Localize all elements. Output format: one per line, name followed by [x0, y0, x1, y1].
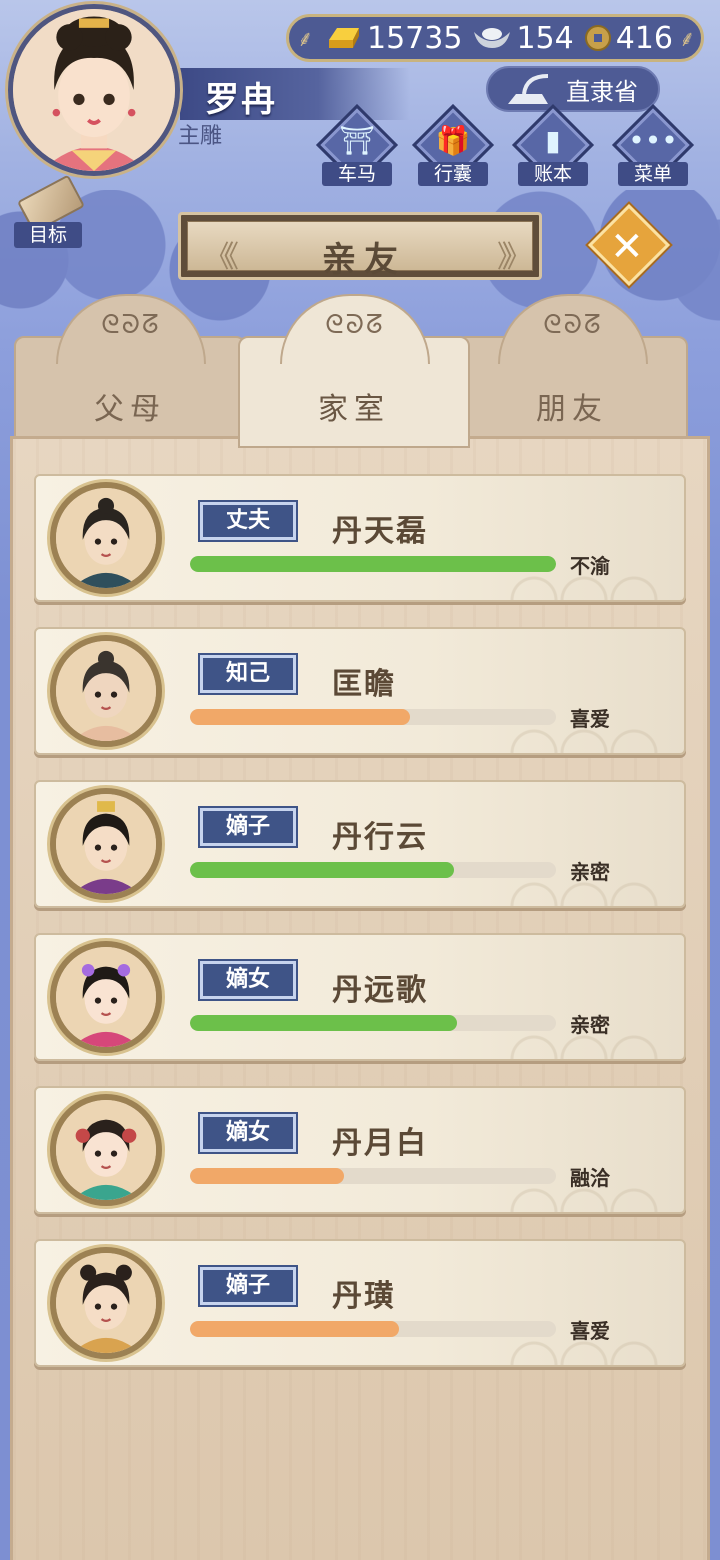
player-name: 罗冉: [205, 80, 277, 120]
affection-bar-fill: [190, 1321, 399, 1337]
affection-bar-fill: [190, 1015, 458, 1031]
member-card[interactable]: 嫡女 丹月白 融洽: [34, 1086, 686, 1214]
member-name: 丹天磊: [332, 514, 428, 549]
menu-button[interactable]: ••• 菜单: [611, 103, 695, 188]
affection-status: 不渝: [570, 554, 610, 578]
affection-status: 喜爱: [570, 707, 610, 731]
affection-bar-fill: [190, 709, 410, 725]
silver-ingot-icon: [474, 28, 511, 48]
affection-status: 融洽: [570, 1166, 610, 1190]
member-name: 匡瞻: [332, 667, 396, 702]
tab-parents[interactable]: ᘓᘐᘔ 父母: [14, 294, 246, 442]
bundle-icon: 🎁: [435, 124, 471, 157]
member-name: 丹璜: [332, 1279, 396, 1314]
copper-coin-icon: [584, 25, 611, 51]
goal-button[interactable]: 目标: [10, 174, 86, 250]
province-label: 直隶省: [566, 77, 638, 106]
affection-status: 亲密: [570, 860, 610, 884]
tab-label: 家室: [318, 392, 390, 427]
bamboo-right-icon: ⸙: [679, 27, 696, 52]
member-name: 丹远歌: [332, 973, 428, 1008]
member-portrait[interactable]: [50, 1094, 162, 1206]
page-title: 亲友: [322, 240, 406, 280]
ledger-icon: ▮: [545, 124, 561, 157]
carriage-icon: ⛩: [339, 124, 375, 157]
cloud-ornament-icon: ᘓᘐᘔ: [325, 310, 385, 340]
member-portrait[interactable]: [50, 482, 162, 594]
affection-bar: [190, 1015, 556, 1031]
affection-bar-fill: [190, 1168, 344, 1184]
goal-label: 目标: [14, 222, 82, 248]
member-portrait[interactable]: [50, 941, 162, 1053]
carriage-button[interactable]: ⛩ 车马: [315, 103, 399, 188]
affection-status: 喜爱: [570, 1319, 610, 1343]
relation-tag: 知己: [200, 655, 296, 693]
member-portrait[interactable]: [50, 1247, 162, 1359]
gold-ingot-icon: [329, 28, 359, 48]
member-card[interactable]: 知己 匡瞻 喜爱: [34, 627, 686, 755]
affection-bar: [190, 556, 556, 572]
currency-bar: ⸙ 15735 154 416 ⸙: [286, 14, 704, 62]
bundle-label: 行囊: [418, 162, 488, 186]
silver-amount: 154: [516, 20, 574, 56]
member-name: 丹月白: [332, 1126, 428, 1161]
affection-bar-fill: [190, 862, 454, 878]
relation-tag: 丈夫: [200, 502, 296, 540]
close-icon: ✕: [610, 224, 644, 271]
cloud-ornament-icon: ᘓᘐᘔ: [543, 310, 603, 340]
relation-tag: 嫡女: [200, 961, 296, 999]
page-title-plaque: 《《 》》 亲友: [178, 212, 542, 280]
tab-label: 朋友: [536, 392, 608, 427]
relation-tag: 嫡女: [200, 1114, 296, 1152]
gold-amount: 15735: [367, 20, 463, 56]
more-icon: •••: [628, 124, 678, 157]
tab-label: 父母: [94, 392, 166, 427]
player-title: 主雕: [178, 124, 223, 149]
affection-bar: [190, 709, 556, 725]
menu-label: 菜单: [618, 162, 688, 186]
bamboo-left-icon: ⸙: [297, 27, 314, 52]
member-card[interactable]: 嫡子 丹行云 亲密: [34, 780, 686, 908]
ledger-label: 账本: [518, 162, 588, 186]
cloud-ornament-icon: ᘓᘐᘔ: [101, 310, 161, 340]
member-card[interactable]: 丈夫 丹天磊 不渝: [34, 474, 686, 602]
member-card[interactable]: 嫡子 丹璜 喜爱: [34, 1239, 686, 1367]
affection-status: 亲密: [570, 1013, 610, 1037]
iron-icon: [508, 74, 549, 104]
relation-tag: 嫡子: [200, 808, 296, 846]
member-portrait[interactable]: [50, 635, 162, 747]
bundle-button[interactable]: 🎁 行囊: [411, 103, 495, 188]
affection-bar: [190, 1168, 556, 1184]
ledger-button[interactable]: ▮ 账本: [511, 103, 595, 188]
carriage-label: 车马: [322, 162, 392, 186]
province-button[interactable]: 直隶省: [486, 66, 660, 112]
tab-friends[interactable]: ᘓᘐᘔ 朋友: [456, 294, 688, 442]
copper-amount: 416: [615, 20, 673, 56]
affection-bar: [190, 862, 556, 878]
member-name: 丹行云: [332, 820, 428, 855]
affection-bar-fill: [190, 556, 556, 572]
member-card[interactable]: 嫡女 丹远歌 亲密: [34, 933, 686, 1061]
tab-family[interactable]: ᘓᘐᘔ 家室: [238, 294, 470, 448]
player-avatar[interactable]: [8, 4, 180, 176]
relation-tag: 嫡子: [200, 1267, 296, 1305]
member-portrait[interactable]: [50, 788, 162, 900]
affection-bar: [190, 1321, 556, 1337]
